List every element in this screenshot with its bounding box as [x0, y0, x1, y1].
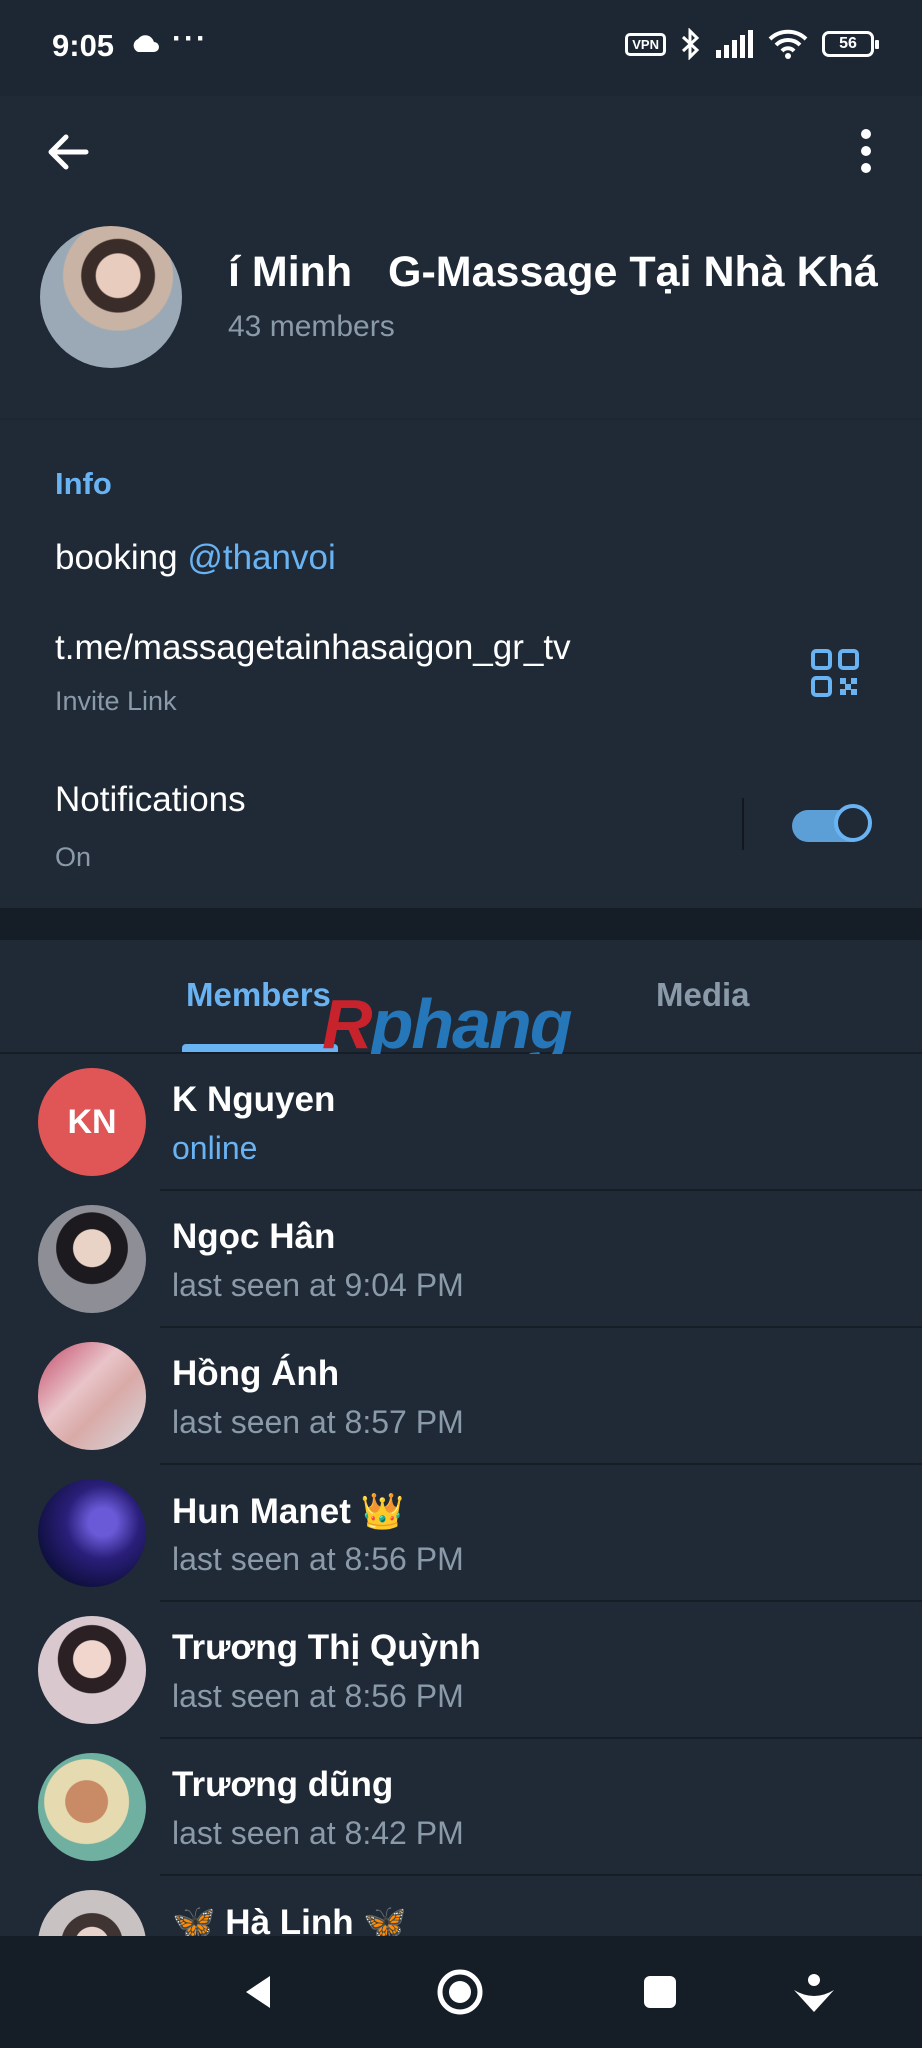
- vpn-icon: VPN: [625, 32, 666, 56]
- tab-media[interactable]: Media: [656, 976, 750, 1014]
- cloud-icon: [133, 35, 159, 52]
- members-count: 43 members: [228, 310, 395, 343]
- member-status: last seen at 8:42 PM: [172, 1815, 464, 1851]
- avatar: [38, 1479, 146, 1587]
- member-status: online: [172, 1130, 258, 1166]
- status-bar: 9:05 ··· VPN 56: [0, 0, 922, 96]
- member-name: 🦋 Hà Linh 🦋: [172, 1903, 407, 1936]
- section-gap: [0, 908, 922, 940]
- avatar: KN: [38, 1068, 146, 1176]
- member-status: last seen at 9:04 PM: [172, 1267, 464, 1303]
- tab-members[interactable]: Members: [186, 976, 331, 1014]
- toggle-knob: [834, 804, 872, 842]
- arrow-left-icon[interactable]: [40, 124, 96, 180]
- back-triangle-icon[interactable]: [232, 1964, 288, 2020]
- members-list: KN K Nguyen online Ngọc Hân last seen at…: [0, 1054, 922, 1936]
- active-tab-indicator: [182, 1044, 338, 1052]
- member-status: last seen at 8:57 PM: [172, 1404, 464, 1440]
- member-name: K Nguyen: [172, 1080, 336, 1119]
- group-avatar[interactable]: [40, 226, 182, 368]
- list-item[interactable]: Hun Manet 👑 last seen at 8:56 PM: [0, 1465, 922, 1602]
- wifi-icon: [768, 29, 808, 59]
- list-item[interactable]: Hồng Ánh last seen at 8:57 PM: [0, 1328, 922, 1465]
- avatar: [38, 1753, 146, 1861]
- invite-link[interactable]: t.me/massagetainhasaigon_gr_tv: [55, 628, 571, 668]
- member-status: last seen at 8:56 PM: [172, 1678, 464, 1714]
- member-name: Hồng Ánh: [172, 1354, 340, 1393]
- list-item[interactable]: KN K Nguyen online: [0, 1054, 922, 1191]
- recents-square-icon[interactable]: [632, 1964, 688, 2020]
- more-notifications-icon: ···: [172, 22, 208, 55]
- member-name: Trương dũng: [172, 1765, 394, 1804]
- qr-code-icon[interactable]: [810, 648, 860, 698]
- tab-bar: Members Media Rphang: [0, 940, 922, 1063]
- battery-icon: 56: [822, 31, 879, 57]
- list-item[interactable]: Trương dũng last seen at 8:42 PM: [0, 1739, 922, 1876]
- list-item[interactable]: Ngọc Hân last seen at 9:04 PM: [0, 1191, 922, 1328]
- system-icons: VPN 56: [625, 28, 879, 60]
- member-status: last seen at 8:56 PM: [172, 1541, 464, 1577]
- avatar: [38, 1616, 146, 1724]
- member-name: Trương Thị Quỳnh: [172, 1628, 481, 1667]
- notifications-label[interactable]: Notifications: [55, 780, 246, 820]
- mention-link[interactable]: @thanvoi: [187, 538, 335, 577]
- home-circle-icon[interactable]: [432, 1964, 488, 2020]
- notifications-toggle[interactable]: [792, 804, 872, 848]
- description-text: booking: [55, 538, 188, 577]
- invite-link-label: Invite Link: [55, 686, 177, 716]
- divider: [742, 798, 744, 850]
- list-item[interactable]: 🦋 Hà Linh 🦋: [0, 1876, 922, 1936]
- assist-icon[interactable]: [786, 1964, 842, 2020]
- avatar: [38, 1342, 146, 1450]
- bluetooth-icon: [681, 28, 700, 60]
- profile-header: í Minh G-Massage Tại Nhà Khá 43 members: [0, 96, 922, 418]
- watermark-logo: Rphang: [322, 985, 573, 1063]
- group-title: í Minh G-Massage Tại Nhà Khá: [228, 248, 878, 296]
- info-section: Info booking @thanvoi t.me/massagetainha…: [0, 420, 922, 908]
- clock: 9:05: [52, 28, 115, 63]
- avatar: [38, 1890, 146, 1936]
- list-item[interactable]: Trương Thị Quỳnh last seen at 8:56 PM: [0, 1602, 922, 1739]
- member-name: Ngọc Hân: [172, 1217, 336, 1256]
- member-name: Hun Manet 👑: [172, 1492, 405, 1531]
- more-vertical-icon[interactable]: [854, 126, 878, 176]
- signal-icon: [716, 30, 753, 58]
- info-heading: Info: [55, 466, 112, 501]
- notifications-value: On: [55, 842, 92, 872]
- avatar: [38, 1205, 146, 1313]
- description: booking @thanvoi: [55, 538, 336, 578]
- system-nav-bar: [0, 1936, 922, 2048]
